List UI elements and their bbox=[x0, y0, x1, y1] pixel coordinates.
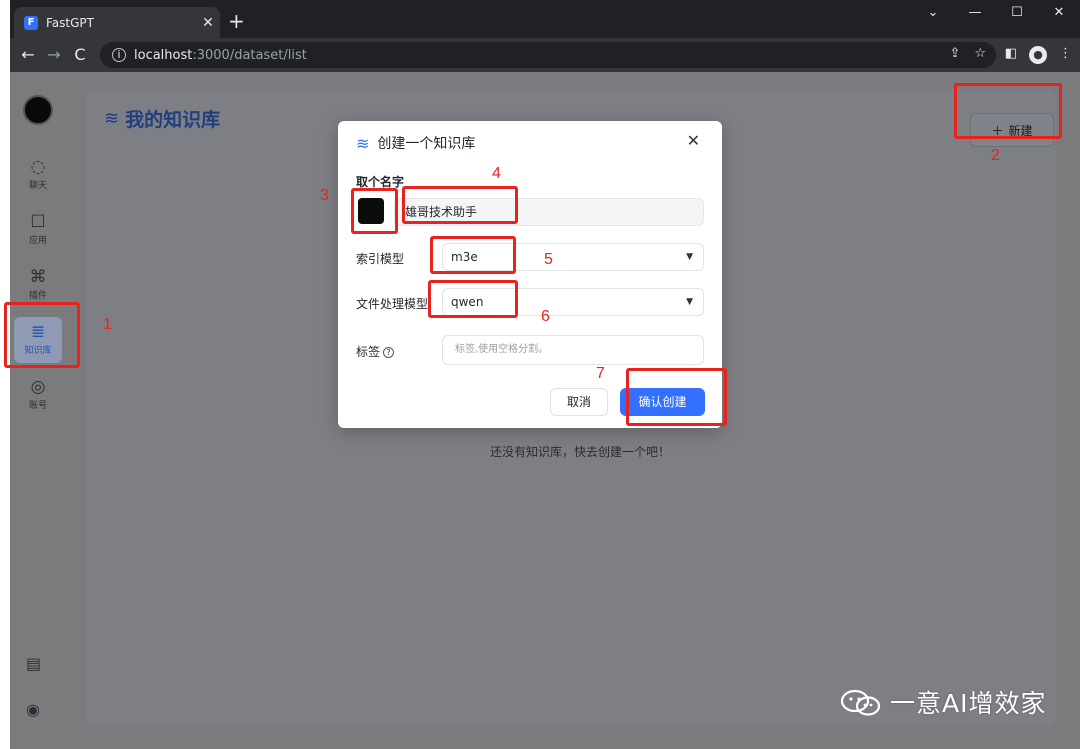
sidebar-item-label: 插件 bbox=[28, 291, 47, 301]
cancel-button[interactable]: 取消 bbox=[550, 388, 608, 416]
maximize-button[interactable]: ☐ bbox=[996, 0, 1038, 28]
tab-bar: F FastGPT ✕ + ⌄ — ☐ ✕ bbox=[10, 0, 1080, 38]
tab-search-icon[interactable]: ⌄ bbox=[912, 0, 954, 28]
menu-dots-icon[interactable]: ⋮ bbox=[1059, 46, 1072, 64]
sidebar-item-label: 账号 bbox=[28, 401, 47, 411]
index-model-label: 索引模型 bbox=[356, 252, 405, 266]
annotation-number-4: 4 bbox=[492, 165, 501, 182]
annotation-number-1: 1 bbox=[103, 316, 112, 333]
page-title: ≋ 我的知识库 bbox=[104, 105, 220, 132]
close-icon[interactable]: ✕ bbox=[687, 131, 700, 150]
annotation-number-7: 7 bbox=[596, 365, 605, 382]
sidebar-item-label: 应用 bbox=[28, 236, 47, 246]
tags-input[interactable]: 标签,使用空格分割。 bbox=[442, 335, 704, 365]
address-bar: ← → C i localhost :3000/dataset/list ⇪ ☆… bbox=[10, 38, 1080, 72]
database-icon: ≋ bbox=[104, 108, 120, 129]
sidebar-item-account[interactable]: ◎ 账号 bbox=[14, 372, 62, 418]
page-title-text: 我的知识库 bbox=[125, 109, 221, 131]
annotation-box-4 bbox=[402, 186, 518, 224]
tags-label-text: 标签 bbox=[356, 345, 381, 359]
empty-state-text: 还没有知识库，快去创建一个吧！ bbox=[490, 445, 671, 459]
plugin-icon: ⌘ bbox=[29, 267, 47, 287]
watermark-text: 一意AI增效家 bbox=[890, 689, 1047, 718]
docs-book-icon[interactable]: ▤ bbox=[26, 654, 41, 673]
tab-title: FastGPT bbox=[46, 15, 94, 30]
profile-icon[interactable]: ● bbox=[1029, 46, 1047, 64]
forward-icon[interactable]: → bbox=[42, 44, 66, 66]
url-input[interactable]: i localhost :3000/dataset/list ⇪ ☆ bbox=[100, 42, 996, 68]
side-panel-icon[interactable]: ◧ bbox=[1005, 46, 1017, 64]
annotation-box-6 bbox=[428, 280, 518, 318]
annotation-box-5 bbox=[430, 236, 516, 274]
browser-tab[interactable]: F FastGPT ✕ bbox=[14, 7, 220, 38]
chevron-down-icon: ▼ bbox=[686, 297, 693, 307]
robot-icon: ☐ bbox=[30, 212, 46, 232]
minimize-button[interactable]: — bbox=[954, 0, 996, 28]
wechat-icon bbox=[840, 689, 882, 716]
annotation-number-6: 6 bbox=[541, 308, 550, 325]
annotation-box-3 bbox=[351, 188, 398, 234]
reload-icon[interactable]: C bbox=[68, 44, 92, 66]
modal-title: 创建一个知识库 bbox=[377, 136, 476, 152]
tags-label: 标签? bbox=[356, 343, 395, 360]
annotation-number-2: 2 bbox=[991, 147, 1000, 164]
help-question-icon[interactable]: ? bbox=[383, 347, 395, 358]
fastgpt-favicon-icon: F bbox=[24, 15, 38, 30]
github-icon[interactable]: ◉ bbox=[26, 700, 40, 719]
app-sidebar: ◌ 聊天 ☐ 应用 ⌘ 插件 ≣ 知识库 ◎ 账号 ▤ ◉ bbox=[10, 72, 66, 749]
annotation-box-2 bbox=[954, 83, 1062, 139]
file-model-label: 文件处理模型 bbox=[356, 297, 429, 311]
sidebar-item-label: 聊天 bbox=[28, 181, 47, 191]
database-icon: ≋ bbox=[356, 133, 370, 153]
new-tab-button[interactable]: + bbox=[228, 10, 245, 32]
close-window-button[interactable]: ✕ bbox=[1038, 0, 1080, 28]
share-icon[interactable]: ⇪ bbox=[949, 46, 960, 61]
url-host: localhost bbox=[134, 47, 193, 63]
sidebar-item-apps[interactable]: ☐ 应用 bbox=[14, 207, 62, 253]
back-icon[interactable]: ← bbox=[16, 44, 40, 66]
modal-header: ≋ 创建一个知识库 bbox=[356, 133, 475, 153]
annotation-number-3: 3 bbox=[320, 187, 329, 204]
watermark: 一意AI增效家 bbox=[840, 684, 1046, 720]
chevron-down-icon: ▼ bbox=[686, 252, 693, 262]
app-logo-avatar[interactable] bbox=[23, 95, 53, 125]
bookmark-star-icon[interactable]: ☆ bbox=[974, 46, 986, 61]
annotation-number-5: 5 bbox=[544, 251, 553, 268]
url-path: :3000/dataset/list bbox=[192, 47, 307, 63]
user-icon: ◎ bbox=[30, 377, 46, 397]
annotation-box-7 bbox=[626, 368, 727, 426]
annotation-box-1 bbox=[4, 302, 80, 368]
site-info-icon[interactable]: i bbox=[112, 48, 126, 62]
sidebar-item-chat[interactable]: ◌ 聊天 bbox=[14, 152, 62, 198]
close-tab-icon[interactable]: ✕ bbox=[196, 15, 220, 31]
chat-icon: ◌ bbox=[30, 157, 46, 177]
window-controls: ⌄ — ☐ ✕ bbox=[912, 0, 1080, 28]
